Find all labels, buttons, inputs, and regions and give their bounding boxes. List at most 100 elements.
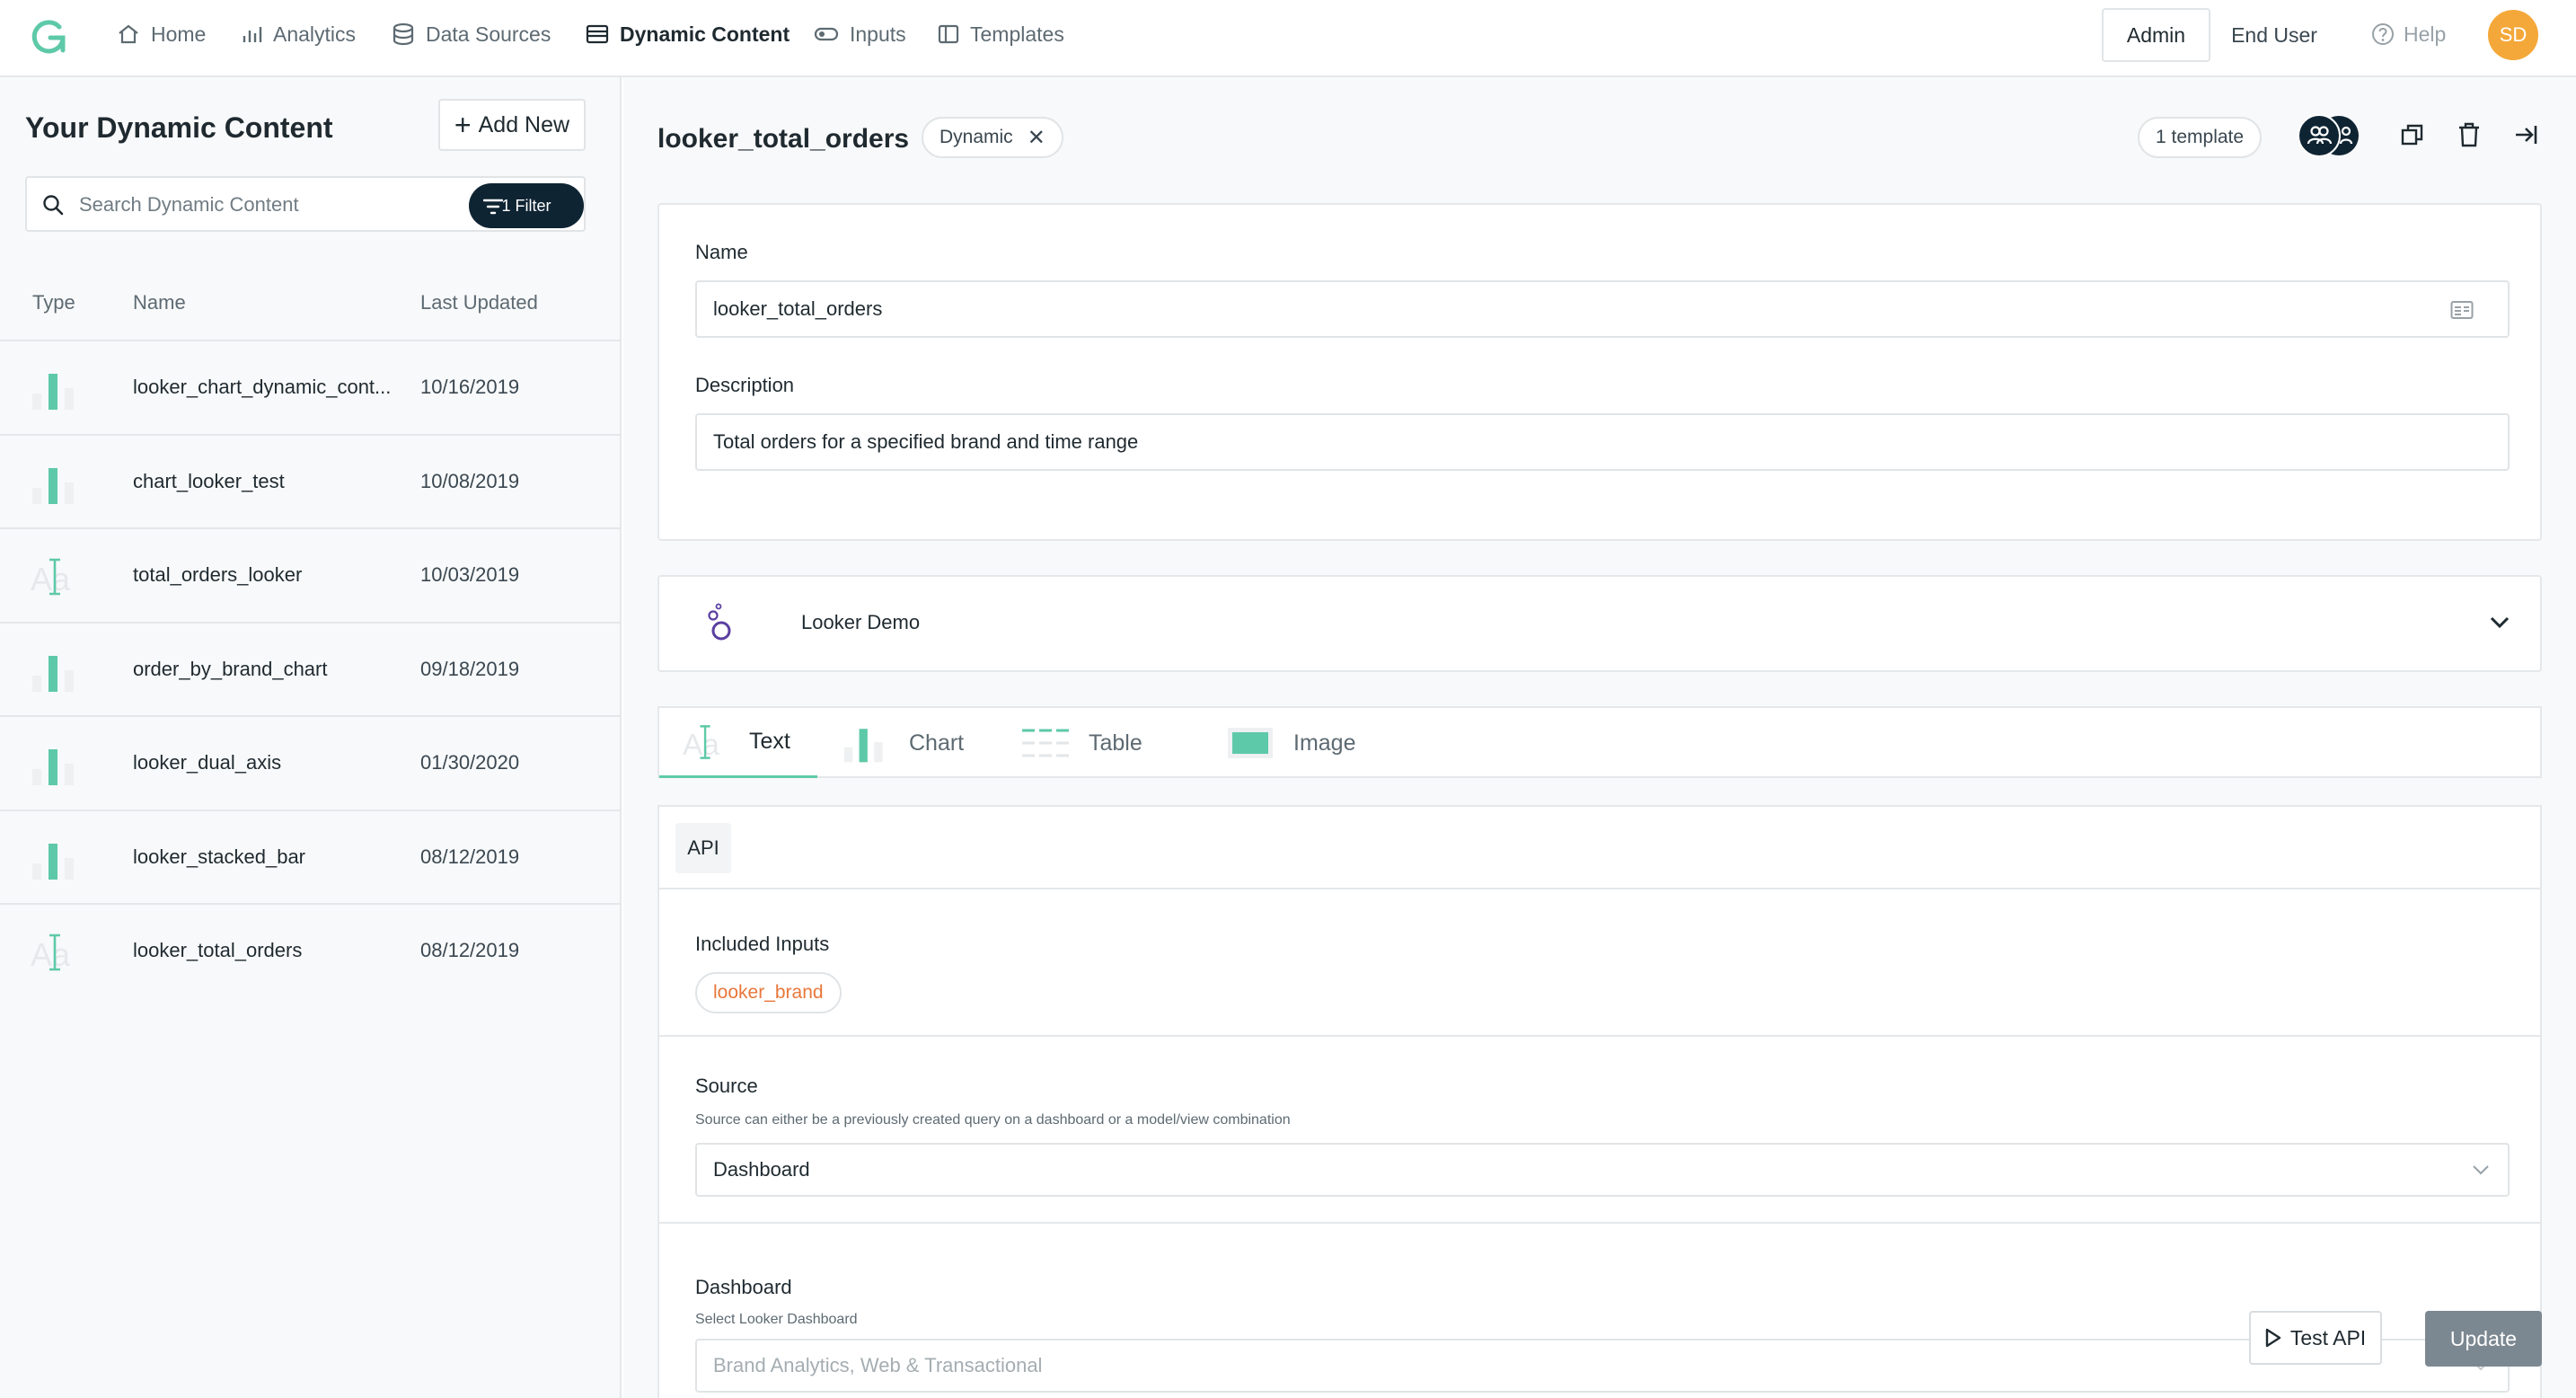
dynamic-content-icon bbox=[586, 24, 609, 44]
filter-label: 1 Filter bbox=[501, 196, 551, 215]
data-source-card[interactable]: Looker Demo bbox=[657, 575, 2542, 672]
list-item-date: 10/16/2019 bbox=[420, 376, 520, 398]
list-item[interactable]: Aa looker_total_orders 08/12/2019 bbox=[0, 903, 620, 997]
main-panel: looker_total_orders Dynamic ✕ 1 template… bbox=[623, 77, 2576, 1398]
chart-type-icon bbox=[843, 729, 883, 763]
content-type-tabs: Aa Text Chart Table Image bbox=[657, 706, 2542, 778]
text-type-icon: Aa bbox=[683, 724, 719, 761]
details-card: Name looker_total_orders Description Tot… bbox=[657, 203, 2542, 541]
column-header-last-updated[interactable]: Last Updated bbox=[420, 291, 538, 314]
svg-text:Aa: Aa bbox=[31, 561, 71, 597]
inputs-icon bbox=[814, 27, 839, 41]
home-icon bbox=[119, 24, 138, 44]
tab-table[interactable]: Table bbox=[1022, 708, 1142, 778]
description-field[interactable]: Total orders for a specified brand and t… bbox=[695, 413, 2510, 471]
dashboard-help-text: Select Looker Dashboard bbox=[695, 1312, 858, 1327]
add-new-label: Add New bbox=[478, 111, 570, 137]
svg-text:Aa: Aa bbox=[31, 936, 71, 973]
text-type-icon: Aa bbox=[31, 558, 71, 597]
tab-chart-label: Chart bbox=[909, 730, 965, 756]
api-card: API Included Inputs looker_brand Source … bbox=[657, 805, 2542, 1398]
list-item-date: 10/03/2019 bbox=[420, 563, 520, 586]
list-item[interactable]: chart_looker_test 10/08/2019 bbox=[0, 433, 620, 528]
help-label: Help bbox=[2404, 22, 2447, 46]
name-field[interactable]: looker_total_orders bbox=[695, 280, 2510, 338]
list-item-date: 01/30/2020 bbox=[420, 751, 520, 774]
app-logo-icon[interactable] bbox=[27, 14, 72, 59]
chart-type-icon bbox=[32, 374, 74, 410]
nav-home-label: Home bbox=[151, 22, 207, 46]
tab-api[interactable]: API bbox=[675, 823, 731, 873]
list-item-name: looker_chart_dynamic_cont... bbox=[133, 376, 392, 398]
list-item-name: looker_stacked_bar bbox=[133, 845, 306, 868]
search-input[interactable] bbox=[79, 187, 474, 223]
nav-templates[interactable]: Templates bbox=[938, 0, 1064, 68]
description-label: Description bbox=[695, 374, 795, 396]
dynamic-badge: Dynamic ✕ bbox=[922, 117, 1063, 158]
update-button[interactable]: Update bbox=[2425, 1311, 2542, 1367]
source-help-text: Source can either be a previously create… bbox=[695, 1112, 1291, 1128]
list-item-date: 08/12/2019 bbox=[420, 939, 520, 961]
list-item[interactable]: Aa total_orders_looker 10/03/2019 bbox=[0, 527, 620, 622]
dashboard-select[interactable]: Brand Analytics, Web & Transactional bbox=[695, 1339, 2510, 1393]
list-item[interactable]: looker_dual_axis 01/30/2020 bbox=[0, 715, 620, 810]
filter-button[interactable]: 1 Filter bbox=[469, 183, 584, 228]
nav-dynamic-content[interactable]: Dynamic Content bbox=[586, 0, 790, 68]
list-item[interactable]: order_by_brand_chart 09/18/2019 bbox=[0, 621, 620, 716]
list-item-name: total_orders_looker bbox=[133, 563, 303, 586]
divider bbox=[659, 1222, 2540, 1224]
help-link[interactable]: Help bbox=[2371, 0, 2446, 68]
list-item-name: order_by_brand_chart bbox=[133, 657, 328, 680]
duplicate-icon[interactable] bbox=[2400, 122, 2425, 147]
search-box: 1 Filter bbox=[25, 176, 586, 232]
chevron-down-icon[interactable] bbox=[2490, 616, 2510, 629]
templates-icon bbox=[938, 24, 959, 44]
list-item-date: 08/12/2019 bbox=[420, 845, 520, 868]
delete-icon[interactable] bbox=[2457, 122, 2481, 147]
nav-inputs-label: Inputs bbox=[850, 22, 906, 46]
close-icon[interactable]: ✕ bbox=[1028, 125, 1045, 151]
analytics-icon bbox=[243, 27, 262, 42]
add-new-button[interactable]: + Add New bbox=[438, 99, 586, 151]
share-users-icon[interactable] bbox=[2298, 113, 2362, 158]
dynamic-content-list: looker_chart_dynamic_cont... 10/16/2019 … bbox=[0, 340, 620, 997]
nav-analytics[interactable]: Analytics bbox=[241, 0, 356, 68]
list-item[interactable]: looker_chart_dynamic_cont... 10/16/2019 bbox=[0, 340, 620, 434]
nav-inputs[interactable]: Inputs bbox=[814, 0, 906, 68]
column-header-name[interactable]: Name bbox=[133, 291, 186, 314]
admin-mode-button[interactable]: Admin bbox=[2102, 8, 2210, 62]
tab-image[interactable]: Image bbox=[1227, 708, 1355, 778]
chevron-down-icon bbox=[2473, 1165, 2489, 1175]
tab-table-label: Table bbox=[1089, 730, 1142, 756]
list-item[interactable]: looker_stacked_bar 08/12/2019 bbox=[0, 809, 620, 904]
chart-type-icon bbox=[32, 467, 74, 504]
name-field-value: looker_total_orders bbox=[713, 297, 883, 320]
dashboard-select-value: Brand Analytics, Web & Transactional bbox=[713, 1354, 1043, 1376]
sidebar-title: Your Dynamic Content bbox=[25, 111, 333, 144]
variable-icon[interactable] bbox=[2450, 300, 2474, 320]
column-header-type[interactable]: Type bbox=[32, 291, 75, 314]
data-source-name: Looker Demo bbox=[801, 611, 921, 633]
description-field-value: Total orders for a specified brand and t… bbox=[713, 430, 1139, 453]
list-item-name: looker_dual_axis bbox=[133, 751, 282, 774]
looker-logo-icon bbox=[708, 603, 731, 641]
nav-home[interactable]: Home bbox=[117, 0, 206, 68]
source-select[interactable]: Dashboard bbox=[695, 1143, 2510, 1197]
included-inputs-label: Included Inputs bbox=[695, 933, 830, 955]
nav-data-sources[interactable]: Data Sources bbox=[392, 0, 551, 68]
user-avatar[interactable]: SD bbox=[2488, 10, 2538, 60]
list-item-name: chart_looker_test bbox=[133, 469, 285, 492]
divider bbox=[659, 888, 2540, 889]
template-count-badge[interactable]: 1 template bbox=[2138, 117, 2263, 158]
input-tag-looker-brand[interactable]: looker_brand bbox=[695, 972, 842, 1013]
nav-dynamic-content-label: Dynamic Content bbox=[620, 22, 790, 46]
end-user-mode-button[interactable]: End User bbox=[2211, 8, 2337, 62]
name-label: Name bbox=[695, 241, 748, 263]
tab-text[interactable]: Aa Text bbox=[659, 708, 817, 778]
exit-icon[interactable] bbox=[2513, 122, 2538, 147]
list-item-name: looker_total_orders bbox=[133, 939, 303, 961]
tab-chart[interactable]: Chart bbox=[842, 708, 964, 778]
nav-data-sources-label: Data Sources bbox=[426, 22, 551, 46]
top-navigation: Home Analytics Data Sources Dynamic Cont… bbox=[0, 0, 2576, 77]
test-api-button[interactable]: Test API bbox=[2249, 1311, 2382, 1365]
